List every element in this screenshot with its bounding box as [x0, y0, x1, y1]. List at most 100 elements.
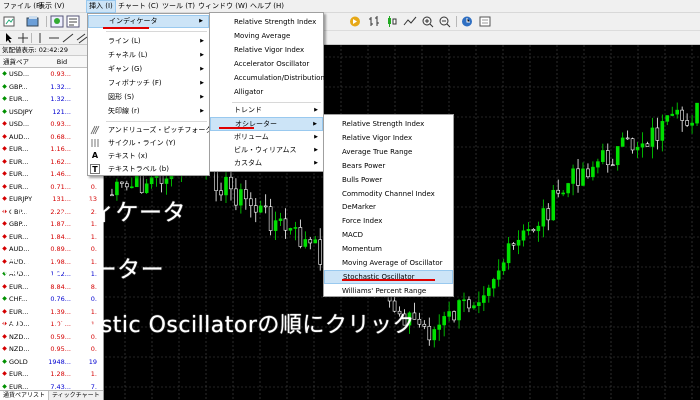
row-symbol: CHF... — [9, 295, 28, 303]
row-bid: 0.71... — [50, 182, 71, 191]
candle-bearish — [417, 318, 422, 325]
bar-chart-icon[interactable] — [367, 15, 381, 28]
candle-bearish — [110, 194, 114, 197]
insert-item-shapes[interactable]: 図形 (S) ▶ — [88, 90, 209, 104]
osc-bears-power[interactable]: Bears Power — [324, 159, 453, 173]
menu-insert[interactable]: 挿入 (I) — [86, 0, 116, 13]
autotrading-icon[interactable] — [348, 15, 362, 28]
market-watch-row[interactable]: ◆ EUR... 0.71... 0. — [0, 181, 103, 194]
candle-bullish — [115, 181, 119, 196]
insert-item-lines[interactable]: ライン (L) ▶ — [88, 34, 209, 48]
tab-tick-chart[interactable]: ティックチャート — [49, 391, 103, 400]
indicator-group-trend[interactable]: トレンド ▶ — [210, 104, 323, 117]
row-bid: 1.28... — [50, 370, 71, 378]
row-symbol: GBP... — [9, 82, 28, 91]
column-symbol[interactable]: 通貨ペア — [0, 56, 47, 67]
crosshair-icon[interactable] — [17, 32, 29, 44]
insert-item-pitchfork[interactable]: アンドリューズ・ピッチフォーク (A) — [88, 124, 225, 137]
market-watch-tabs: 通貨ペアリスト ティックチャート — [0, 390, 103, 400]
candle-bullish — [640, 143, 645, 148]
candle-bearish — [139, 174, 144, 194]
osc-rsi[interactable]: Relative Strength Index — [324, 117, 453, 131]
osc-bulls-power[interactable]: Bulls Power — [324, 173, 453, 187]
pitchfork-icon — [90, 125, 100, 135]
indicator-moving-average[interactable]: Moving Average — [210, 29, 323, 43]
candlestick-icon[interactable] — [385, 15, 399, 28]
insert-item-channels[interactable]: チャネル (L) ▶ — [88, 48, 209, 62]
indicator-accelerator[interactable]: Accelerator Oscillator — [210, 57, 323, 71]
line-chart-icon[interactable] — [403, 15, 417, 28]
candle-bullish — [591, 166, 595, 178]
horizontal-line-icon[interactable] — [48, 32, 60, 44]
indicator-rsi[interactable]: Relative Strength Index — [210, 15, 323, 29]
row-ask: 0. — [90, 295, 97, 303]
data-window-icon[interactable] — [66, 15, 80, 28]
market-watch-row[interactable]: ◆ AUD... 0.89... 0. — [0, 243, 103, 256]
zoom-out-icon[interactable] — [438, 15, 452, 28]
tab-symbols[interactable]: 通貨ペアリスト — [0, 391, 50, 400]
row-symbol: AUD... — [9, 132, 30, 141]
candle-bullish — [258, 205, 263, 213]
candle-bullish — [303, 239, 308, 247]
osc-rvi[interactable]: Relative Vigor Index — [324, 131, 453, 145]
osc-demarker[interactable]: DeMarker — [324, 200, 453, 214]
osc-stochastic[interactable]: Stochastic Oscillator — [324, 269, 453, 284]
menu-window[interactable]: ウィンドウ (W) — [198, 1, 248, 12]
candle-bullish — [432, 329, 437, 341]
new-chart-icon[interactable] — [3, 15, 17, 28]
indicator-group-volumes[interactable]: ボリューム ▶ — [210, 131, 323, 144]
market-watch-icon[interactable] — [50, 15, 64, 28]
row-symbol: USD... — [9, 70, 30, 78]
submenu-arrow-icon: ▶ — [314, 107, 318, 113]
price-down-icon: ◆ — [2, 170, 7, 177]
vertical-line-icon[interactable] — [34, 32, 46, 44]
osc-williams-r[interactable]: Williams' Percent Range — [324, 284, 453, 298]
insert-item-gann[interactable]: ギャン (G) ▶ — [88, 62, 209, 76]
price-down-icon: ◆ — [2, 370, 7, 377]
market-watch-row[interactable]: ◆EUR... 1.28... 1. — [0, 368, 103, 381]
trendline-icon[interactable] — [62, 32, 74, 44]
insert-item-cycle-lines[interactable]: サイクル・ライン (Y) — [88, 137, 209, 150]
cursor-icon[interactable] — [3, 32, 15, 44]
market-watch-row[interactable]: ◆ GOLD 1948... 19 — [0, 356, 103, 369]
indicator-accumulation[interactable]: Accumulation/Distribution — [210, 71, 325, 85]
indicator-group-custom[interactable]: カスタム ▶ — [210, 157, 323, 170]
row-symbol: EUR... — [9, 157, 29, 166]
zoom-in-icon[interactable] — [421, 15, 435, 28]
row-symbol: GOLD — [9, 357, 28, 366]
menu-view[interactable]: 表示 (V) — [38, 1, 64, 12]
row-bid: 1.62... — [50, 157, 71, 166]
insert-item-arrows[interactable]: 矢印線 (r) ▶ — [88, 104, 209, 118]
market-watch-row[interactable]: ◆ NZD... 0.95... 0. — [0, 343, 103, 356]
indicator-rvi[interactable]: Relative Vigor Index — [210, 43, 323, 57]
menu-chart[interactable]: チャート (C) — [118, 1, 159, 12]
insert-item-fibonacci[interactable]: フィボナッチ (F) ▶ — [88, 76, 209, 90]
row-ask: 1. — [90, 232, 97, 241]
market-watch-row[interactable]: ◆ CHF... 0.76... 0. — [0, 293, 103, 306]
insert-item-text[interactable]: A テキスト (x) — [88, 150, 209, 163]
candle-bearish — [392, 300, 397, 312]
column-bid[interactable]: Bid — [47, 56, 77, 67]
indicator-group-bill-williams[interactable]: ビル・ウィリアムス ▶ — [210, 144, 323, 157]
insert-item-text-label[interactable]: T テキストラベル (b) — [88, 163, 209, 176]
menu-file[interactable]: ファイル (F) — [3, 1, 43, 12]
osc-macd[interactable]: MACD — [324, 228, 453, 242]
market-watch-row[interactable]: ◆ EUR... 1.84... 1. — [0, 231, 103, 244]
candle-bullish — [129, 186, 134, 189]
osc-atr[interactable]: Average True Range — [324, 145, 453, 159]
menu-bar: ファイル (F) 表示 (V) 挿入 (I) チャート (C) ツール (T) … — [0, 0, 700, 13]
template-icon[interactable] — [478, 15, 492, 28]
price-down-icon: ◆ — [2, 232, 7, 240]
osc-momentum[interactable]: Momentum — [324, 242, 453, 256]
indicator-alligator[interactable]: Alligator — [210, 85, 323, 99]
menu-help[interactable]: ヘルプ (H) — [250, 1, 284, 12]
osc-force-index[interactable]: Force Index — [324, 214, 453, 228]
price-up-icon: ◆ — [2, 95, 7, 102]
candle-bearish — [645, 143, 650, 147]
candle-bullish — [541, 208, 546, 227]
menu-tools[interactable]: ツール (T) — [162, 1, 195, 12]
osc-osma[interactable]: Moving Average of Oscillator — [324, 256, 453, 270]
osc-cci[interactable]: Commodity Channel Index — [324, 187, 453, 201]
period-clock-icon[interactable] — [460, 15, 474, 28]
profiles-icon[interactable] — [26, 15, 40, 28]
